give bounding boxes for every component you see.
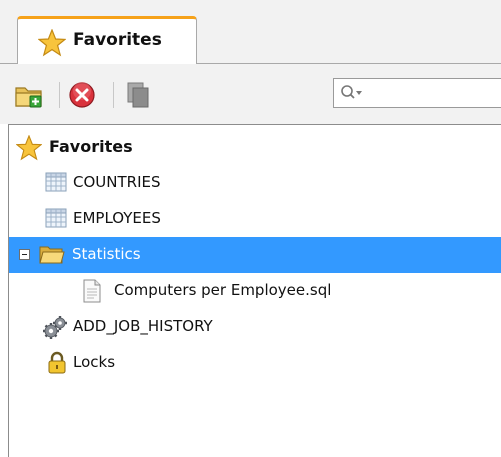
- favorites-tree: Favorites COUNTRIES EMPLOYEES Statistics…: [8, 124, 501, 457]
- search-input[interactable]: [366, 82, 500, 106]
- tree-item-locks[interactable]: Locks: [9, 345, 501, 381]
- folder-open-icon: [39, 243, 65, 269]
- tree-item-favorites[interactable]: Favorites: [9, 129, 501, 165]
- folder-add-icon: [15, 87, 42, 108]
- file-icon: [82, 279, 102, 307]
- remove-button[interactable]: [67, 80, 97, 110]
- tree-item-label: Locks: [73, 353, 116, 371]
- table-icon: [45, 207, 67, 233]
- tab-favorites[interactable]: Favorites: [17, 16, 197, 64]
- tree-item-label: EMPLOYEES: [73, 209, 161, 227]
- table-icon: [45, 171, 67, 197]
- add-folder-button[interactable]: [14, 80, 44, 110]
- tree-item-add-job-history[interactable]: ADD_JOB_HISTORY: [9, 309, 501, 345]
- toolbar-separator: [113, 82, 114, 108]
- search-dropdown-icon[interactable]: [340, 84, 364, 106]
- copy-button[interactable]: [123, 80, 153, 110]
- star-icon: [37, 28, 67, 61]
- collapse-toggle[interactable]: [19, 249, 30, 260]
- tree-item-countries[interactable]: COUNTRIES: [9, 165, 501, 201]
- tab-label: Favorites: [73, 30, 162, 50]
- tree-item-statistics[interactable]: Statistics: [9, 237, 501, 273]
- gears-icon: [42, 315, 68, 345]
- tree-item-label: Favorites: [49, 137, 133, 156]
- tree-item-employees[interactable]: EMPLOYEES: [9, 201, 501, 237]
- tree-item-computers-per-employee[interactable]: Computers per Employee.sql: [9, 273, 501, 309]
- tree-item-label: COUNTRIES: [73, 173, 161, 191]
- toolbar: [0, 64, 501, 124]
- tree-item-label: Computers per Employee.sql: [114, 281, 332, 299]
- tab-strip: Favorites: [0, 0, 501, 64]
- tree-item-label: ADD_JOB_HISTORY: [73, 317, 213, 335]
- copy-icon: [127, 82, 149, 108]
- tree-item-label: Statistics: [72, 245, 141, 263]
- star-icon: [15, 134, 43, 165]
- toolbar-separator: [59, 82, 60, 108]
- delete-icon: [69, 82, 95, 108]
- lock-icon: [46, 351, 68, 379]
- search-box[interactable]: [333, 78, 501, 108]
